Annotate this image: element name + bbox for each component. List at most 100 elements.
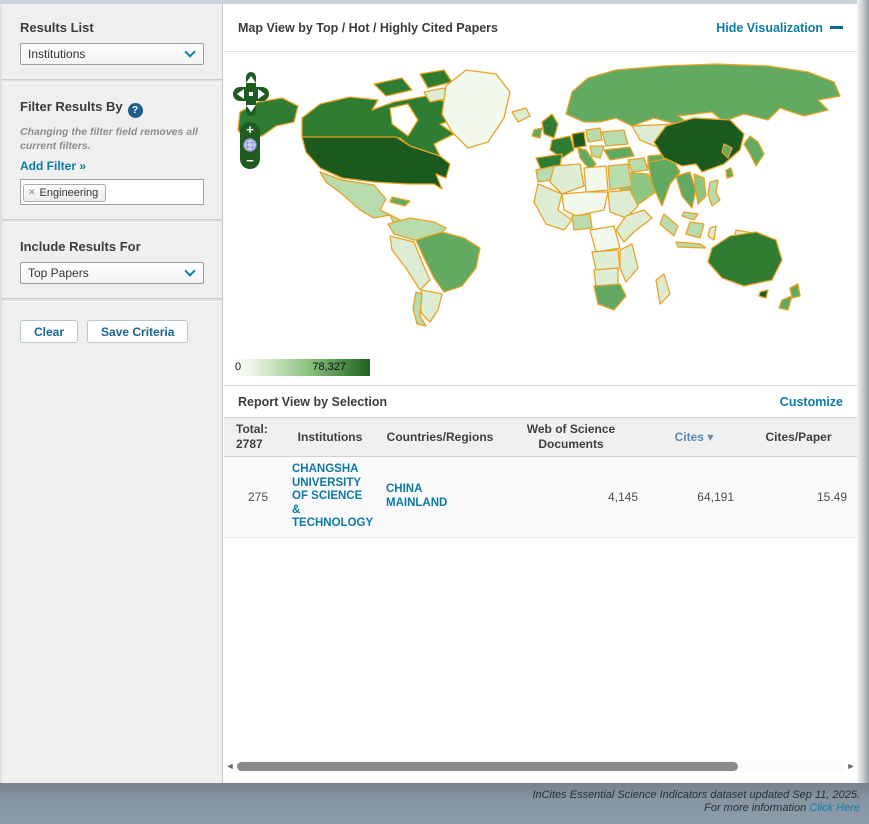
row-cites-per-paper: 15.49 (742, 490, 855, 504)
results-list-label: Results List (20, 20, 222, 35)
map-country-iceland[interactable] (512, 108, 530, 122)
esi-page: Results List Institutions Filter Results… (0, 0, 869, 824)
table-header-row: Total:2787 Institutions Countries/Region… (224, 418, 857, 457)
sidebar: Results List Institutions Filter Results… (0, 4, 223, 783)
include-results-value: Top Papers (21, 266, 186, 280)
map-country-philippines[interactable] (708, 180, 720, 206)
map-country-australia[interactable] (708, 232, 782, 286)
map-country-japan[interactable] (744, 136, 764, 166)
section-divider (2, 79, 222, 83)
include-results-label: Include Results For (20, 239, 222, 254)
cites-label: Cites (675, 430, 704, 444)
globe-icon[interactable] (243, 138, 257, 152)
map-country-java[interactable] (676, 242, 706, 248)
map-country-algeria[interactable] (550, 164, 584, 194)
map-country-vietnam[interactable] (694, 174, 706, 204)
map-country-malaysia[interactable] (682, 212, 698, 220)
filter-results-label-text: Filter Results By (20, 99, 123, 114)
results-list-value: Institutions (21, 47, 186, 61)
remove-tag-icon[interactable]: ✕ (28, 187, 36, 198)
map-country-turkey[interactable] (604, 147, 634, 160)
map-country-sumatra[interactable] (660, 214, 678, 236)
map-country-balkans[interactable] (590, 146, 604, 158)
map-country-egypt[interactable] (608, 164, 632, 190)
world-map-area[interactable]: + − (224, 52, 857, 352)
legend-max-label: 78,327 (312, 361, 346, 373)
map-country-cuba[interactable] (390, 197, 410, 206)
filter-tag-engineering[interactable]: ✕ Engineering (23, 184, 106, 202)
help-icon[interactable]: ? (128, 103, 143, 118)
map-country-greenland[interactable] (442, 70, 510, 148)
total-header: Total:2787 (224, 418, 276, 456)
map-country-ukraine[interactable] (602, 130, 628, 146)
map-country-madagascar[interactable] (656, 274, 670, 304)
map-country-sahel[interactable] (562, 192, 608, 216)
col-header-cites-sorted[interactable]: Cites ▾ (646, 426, 742, 449)
zoom-in-button[interactable]: + (246, 123, 254, 136)
click-here-link[interactable]: Click Here (809, 802, 860, 814)
chevron-down-icon (184, 46, 195, 57)
row-cites: 64,191 (646, 490, 742, 504)
world-map (224, 52, 857, 352)
main-panel: Map View by Top / Hot / Highly Cited Pap… (224, 4, 857, 783)
results-list-select[interactable]: Institutions (20, 43, 204, 65)
map-country-uk[interactable] (542, 114, 558, 138)
col-header-institutions[interactable]: Institutions (276, 426, 384, 449)
clear-button[interactable]: Clear (20, 320, 78, 343)
institution-link[interactable]: CHANGSHA UNIVERSITY OF SCIENCE & TECHNOL… (276, 463, 384, 531)
map-country-south-africa[interactable] (594, 284, 626, 310)
map-country-germany[interactable] (572, 132, 586, 148)
map-country-nigeria[interactable] (572, 214, 592, 230)
pan-center-icon (249, 92, 253, 96)
map-country-mozambique[interactable] (620, 244, 638, 282)
map-country-iraq[interactable] (628, 158, 648, 172)
footer-more-info: For more information Click Here (0, 802, 860, 815)
map-country-drc[interactable] (590, 226, 620, 252)
filter-tag-label: Engineering (40, 187, 99, 199)
filter-results-label: Filter Results By? (20, 99, 222, 118)
map-country-arctic1[interactable] (374, 78, 412, 96)
filter-box: ✕ Engineering (20, 179, 204, 205)
map-country-southern-africa[interactable] (594, 268, 618, 286)
right-edge-shadow (857, 0, 869, 783)
viz-header: Map View by Top / Hot / Highly Cited Pap… (224, 4, 857, 52)
scroll-left-icon[interactable]: ◄ (225, 761, 235, 771)
map-country-ireland[interactable] (532, 128, 542, 138)
pan-control[interactable] (233, 72, 269, 116)
zoom-out-button[interactable]: − (246, 154, 254, 167)
scroll-right-icon[interactable]: ► (846, 761, 856, 771)
col-header-countries[interactable]: Countries/Regions (384, 426, 496, 449)
col-header-wos-documents[interactable]: Web of Science Documents (496, 418, 646, 456)
report-title: Report View by Selection (238, 395, 387, 409)
footer: InCites Essential Science Indicators dat… (0, 783, 869, 824)
horizontal-scrollbar[interactable]: ◄ ► (225, 757, 856, 775)
total-label: Total: (236, 422, 268, 436)
row-wos-documents: 4,145 (496, 490, 646, 504)
customize-link[interactable]: Customize (780, 395, 843, 409)
map-country-angola[interactable] (592, 250, 620, 270)
map-country-sulawesi[interactable] (708, 226, 716, 240)
sidebar-buttons: Clear Save Criteria (20, 320, 222, 343)
save-criteria-button[interactable]: Save Criteria (87, 320, 188, 343)
zoom-control[interactable]: + − (240, 122, 260, 169)
map-country-nz-south[interactable] (779, 296, 792, 310)
viz-title: Map View by Top / Hot / Highly Cited Pap… (238, 21, 498, 35)
scrollbar-thumb[interactable] (237, 762, 738, 771)
map-country-taiwan[interactable] (726, 168, 733, 178)
map-country-borneo[interactable] (686, 222, 704, 238)
hide-visualization-link[interactable]: Hide Visualization (716, 21, 843, 35)
section-divider (2, 219, 222, 223)
map-country-india[interactable] (648, 158, 680, 206)
map-country-libya[interactable] (584, 166, 608, 192)
country-link[interactable]: CHINA MAINLAND (384, 483, 496, 510)
add-filter-link[interactable]: Add Filter » (20, 159, 222, 173)
map-country-poland[interactable] (586, 128, 602, 142)
col-header-cites-per-paper[interactable]: Cites/Paper (742, 426, 855, 449)
map-country-tasmania[interactable] (759, 290, 768, 298)
include-results-select[interactable]: Top Papers (20, 262, 204, 284)
table-empty-area (224, 538, 857, 757)
map-country-myanmar[interactable] (676, 172, 696, 208)
hide-visualization-label: Hide Visualization (716, 21, 823, 35)
row-rank: 275 (224, 490, 276, 504)
scrollbar-track[interactable] (235, 760, 846, 773)
